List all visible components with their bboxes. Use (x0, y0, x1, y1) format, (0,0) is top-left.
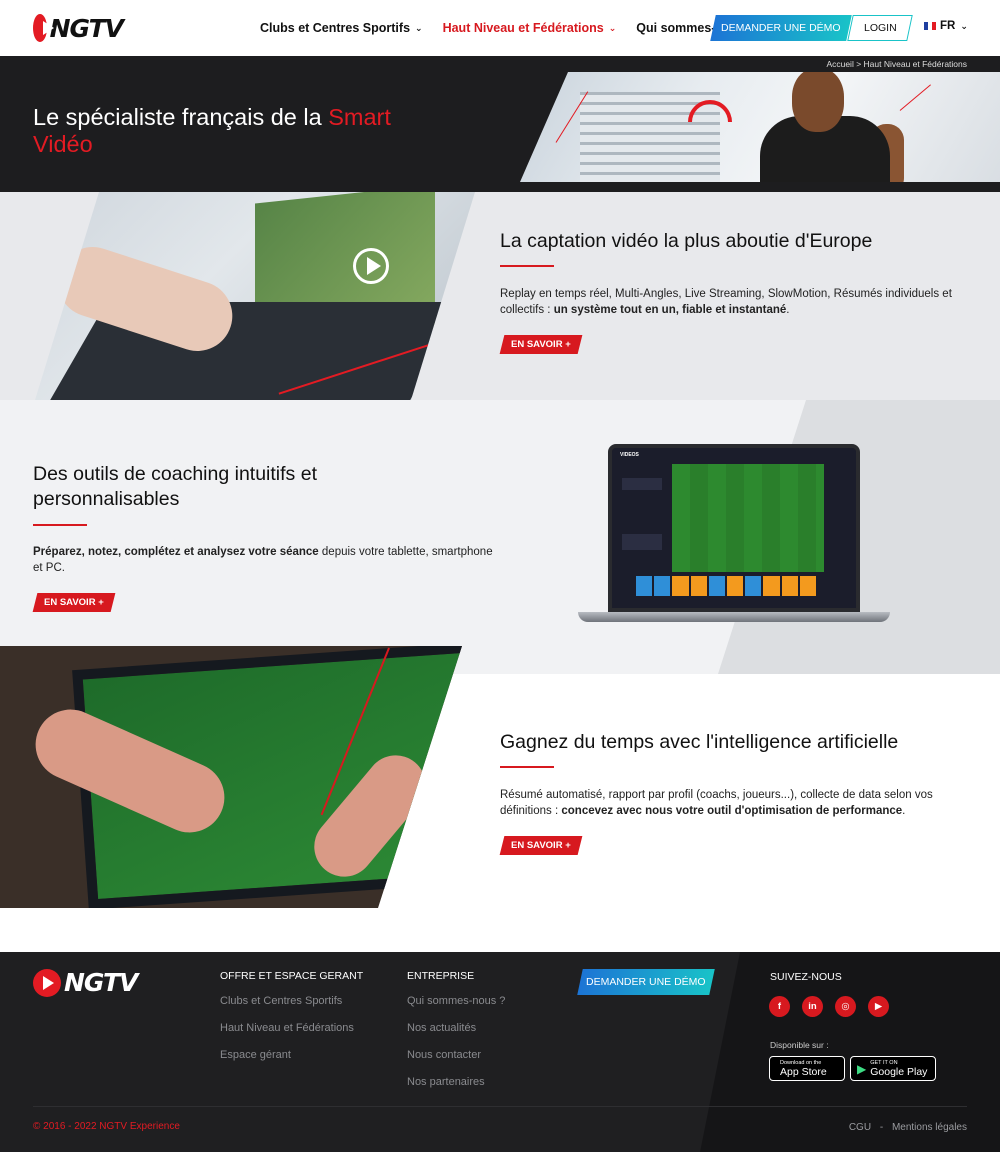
chevron-down-icon: ⌄ (960, 20, 968, 31)
copyright-text: © 2016 - 2022 NGTV Experience (33, 1121, 180, 1132)
footer-demo-button[interactable]: DEMANDER UNE DÉMO (577, 969, 715, 995)
login-button[interactable]: LOGIN (847, 15, 913, 41)
section-text-bold: concevez avec nous votre outil d'optimis… (561, 805, 903, 817)
nav-clubs-label: Clubs et Centres Sportifs (260, 21, 411, 35)
hero-banner: Accueil > Haut Niveau et Fédérations Le … (0, 56, 1000, 192)
login-button-label: LOGIN (863, 22, 897, 34)
learn-more-button[interactable]: EN SAVOIR + (499, 335, 583, 354)
page-title-text: Le spécialiste français de la (33, 104, 329, 130)
demo-button[interactable]: DEMANDER UNE DÉMO (710, 15, 852, 41)
learn-more-label: EN SAVOIR + (511, 840, 571, 851)
footer-link-news[interactable]: Nos actualités (407, 1022, 476, 1034)
app-screen-header: VIDEOS (620, 452, 639, 458)
footer-link-mentions[interactable]: Mentions légales (892, 1122, 967, 1133)
page-title: Le spécialiste français de la Smart Vidé… (33, 104, 453, 158)
appstore-small-text: Download on the (780, 1059, 822, 1066)
play-icon (353, 248, 389, 284)
footer-col-title-offer: OFFRE ET ESPACE GERANT (220, 970, 364, 982)
section-rule (500, 766, 554, 768)
language-selector[interactable]: FR ⌄ (924, 20, 968, 32)
french-flag-icon (924, 22, 936, 30)
instagram-icon[interactable]: ◎ (835, 996, 856, 1017)
section-video-capture: La captation vidéo la plus aboutie d'Eur… (0, 192, 1000, 400)
learn-more-label: EN SAVOIR + (511, 339, 571, 350)
nav-clubs[interactable]: Clubs et Centres Sportifs ⌄ (260, 21, 423, 35)
footer-col-title-company: ENTREPRISE (407, 970, 475, 982)
logo-text: NGTV (49, 13, 124, 43)
nav-haut-niveau[interactable]: Haut Niveau et Fédérations ⌄ (443, 21, 617, 35)
footer-divider (33, 1106, 967, 1107)
legal-links: CGU - Mentions légales (849, 1122, 967, 1133)
footer-link-contact[interactable]: Nous contacter (407, 1049, 481, 1061)
footer-link-partners[interactable]: Nos partenaires (407, 1076, 485, 1088)
learn-more-label: EN SAVOIR + (44, 597, 104, 608)
footer-link-about[interactable]: Qui sommes-nous ? (407, 995, 505, 1007)
legal-separator: - (879, 1122, 884, 1133)
section-rule (500, 265, 554, 267)
main-nav: Clubs et Centres Sportifs ⌄ Haut Niveau … (260, 0, 776, 56)
chevron-down-icon: ⌄ (415, 22, 423, 33)
youtube-icon[interactable]: ▶ (868, 996, 889, 1017)
section-title: Des outils de coaching intuitifs et pers… (33, 463, 317, 510)
nav-haut-niveau-label: Haut Niveau et Fédérations (442, 21, 604, 35)
breadcrumb: Accueil > Haut Niveau et Fédérations (826, 59, 967, 69)
footer-link-haut-niveau[interactable]: Haut Niveau et Fédérations (220, 1022, 354, 1034)
footer-demo-label: DEMANDER UNE DÉMO (586, 976, 706, 988)
section-text-bold: un système tout en un, fiable et instant… (553, 304, 787, 316)
footer-social-title: SUIVEZ-NOUS (770, 971, 842, 983)
footer-link-espace-gerant[interactable]: Espace gérant (220, 1049, 291, 1061)
learn-more-button[interactable]: EN SAVOIR + (32, 593, 116, 612)
play-logo-icon (33, 968, 61, 997)
section-text-bold: Préparez, notez, complétez et analysez v… (33, 546, 319, 558)
googleplay-small-text: GET IT ON (870, 1059, 898, 1066)
play-logo-icon (33, 14, 54, 42)
language-label: FR (940, 20, 956, 32)
section-rule (33, 524, 87, 526)
footer-link-clubs[interactable]: Clubs et Centres Sportifs (220, 995, 342, 1007)
google-play-icon: ▶ (857, 1061, 867, 1076)
section-title: La captation vidéo la plus aboutie d'Eur… (500, 230, 873, 252)
footer-link-cgu[interactable]: CGU (849, 1122, 871, 1133)
coaching-laptop-image: VIDEOS (578, 444, 890, 624)
google-play-badge[interactable]: ▶ GET IT ON Google Play (850, 1056, 936, 1081)
section-text-end: . (786, 304, 790, 316)
section-title: Gagnez du temps avec l'intelligence arti… (500, 731, 899, 753)
facebook-icon[interactable]: f (769, 996, 790, 1017)
site-header: NGTV Clubs et Centres Sportifs ⌄ Haut Ni… (0, 0, 1000, 56)
section-text: Préparez, notez, complétez et analysez v… (33, 544, 503, 576)
footer-logo-text: NGTV (64, 968, 138, 997)
section-text-end: . (902, 805, 906, 817)
demo-button-label: DEMANDER UNE DÉMO (721, 22, 841, 34)
chevron-down-icon: ⌄ (608, 22, 617, 33)
googleplay-big-text: Google Play (870, 1065, 928, 1078)
available-on-label: Disponible sur : (770, 1040, 829, 1050)
site-footer: NGTV OFFRE ET ESPACE GERANT Clubs et Cen… (0, 952, 1000, 1152)
app-store-badge[interactable]: Download on the App Store (769, 1056, 845, 1081)
ngtv-logo[interactable]: NGTV (33, 12, 124, 44)
social-links: f in ◎ ▶ (769, 996, 889, 1017)
laptop-video-image (35, 192, 475, 400)
linkedin-icon[interactable]: in (802, 996, 823, 1017)
section-text: Résumé automatisé, rapport par profil (c… (500, 787, 960, 819)
hero-athlete-image (520, 72, 1000, 182)
footer-logo[interactable]: NGTV (33, 968, 138, 997)
section-text: Replay en temps réel, Multi-Angles, Live… (500, 286, 960, 318)
learn-more-button[interactable]: EN SAVOIR + (499, 836, 583, 855)
appstore-big-text: App Store (780, 1065, 827, 1078)
